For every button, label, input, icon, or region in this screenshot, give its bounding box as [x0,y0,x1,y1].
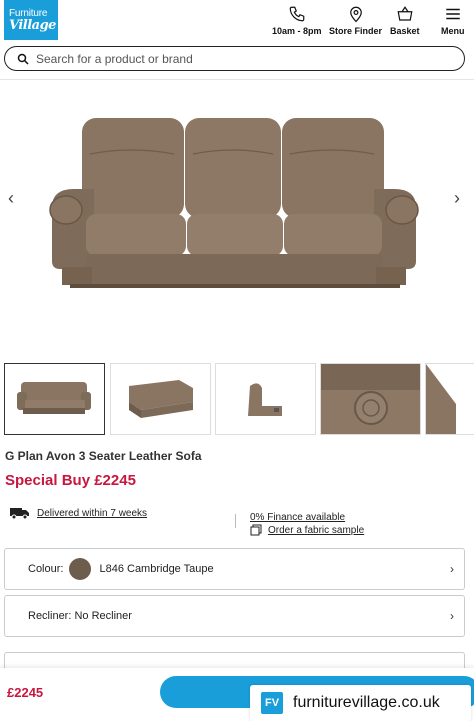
thumbnail-angle[interactable] [110,363,211,435]
opening-hours-button[interactable]: 10am - 8pm [272,5,322,36]
fabric-sample-link[interactable]: Order a fabric sample [268,525,364,536]
site-header: Furniture Village 10am - 8pm Store Finde… [0,0,474,42]
thumbnail-arm-detail[interactable] [320,363,421,435]
thumbnail-strip [4,363,474,435]
fabric-swatch-icon [250,524,262,536]
previous-image-arrow-icon[interactable]: ‹ [8,188,14,209]
thumbnail-side[interactable] [215,363,316,435]
colour-label: Colour: [28,563,64,575]
phone-icon [289,6,305,22]
hamburger-menu-icon [446,8,460,20]
basket-icon [397,6,413,21]
product-price: Special Buy £2245 [5,472,136,489]
menu-label: Menu [441,26,465,36]
logo-text-top: Furniture [9,7,48,19]
colour-selector[interactable]: Colour: L846 Cambridge Taupe › [4,548,465,590]
sticky-price: £2245 [7,685,44,700]
chevron-right-icon: › [450,609,454,623]
search-bar[interactable]: Search for a product or brand [4,46,465,71]
search-input[interactable]: Search for a product or brand [36,52,193,66]
product-title: G Plan Avon 3 Seater Leather Sofa [5,449,202,463]
search-icon [17,53,29,65]
furniture-village-logo[interactable]: Furniture Village [4,0,58,40]
fv-badge-icon: FV [261,692,283,714]
recliner-selector[interactable]: Recliner: No Recliner › [4,595,465,637]
finance-link[interactable]: 0% Finance available [250,512,345,523]
colour-swatch [69,558,92,580]
chevron-right-icon: › [450,562,454,576]
store-finder-label: Store Finder [329,26,383,36]
site-url: furniturevillage.co.uk [293,694,440,711]
info-divider [235,514,236,528]
basket-label: Basket [390,26,420,36]
next-image-arrow-icon[interactable]: › [454,188,460,209]
basket-button[interactable]: Basket [390,5,420,36]
store-finder-button[interactable]: Store Finder [329,5,382,36]
header-divider [0,79,474,80]
sofa-product-image [49,118,419,288]
menu-button[interactable]: Menu [441,5,465,36]
colour-value: L846 Cambridge Taupe [99,563,214,575]
thumbnail-detail[interactable] [425,363,474,435]
finance-info[interactable]: 0% Finance available [250,507,345,525]
map-pin-icon [349,6,362,23]
delivery-info[interactable]: Delivered within 7 weeks [10,506,147,520]
logo-text-bottom: Village [9,17,56,33]
product-image-carousel[interactable] [0,82,474,354]
delivery-truck-icon [10,508,29,520]
site-watermark: FV furniturevillage.co.uk [250,685,471,721]
delivery-link[interactable]: Delivered within 7 weeks [37,508,147,519]
opening-hours-label: 10am - 8pm [272,26,322,36]
fabric-sample[interactable]: Order a fabric sample [250,524,364,536]
thumbnail-front[interactable] [4,363,105,435]
recliner-label: Recliner: No Recliner [28,610,132,622]
